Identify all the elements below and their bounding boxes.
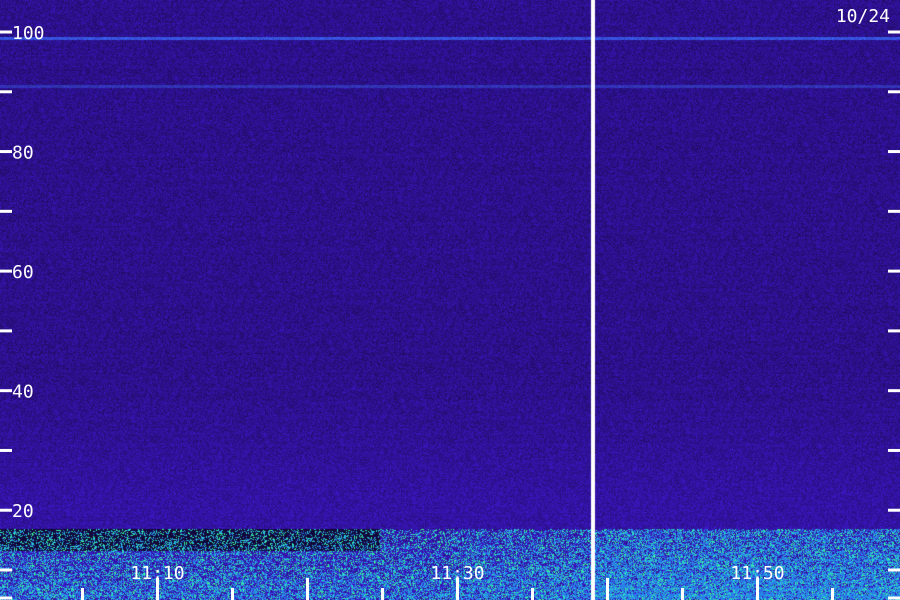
y-tick-label-100: 100 (12, 23, 45, 44)
x-tick-label-1150: 11:50 (730, 563, 784, 584)
spectrogram-axes: 100 80 60 40 20 11:10 11:30 11:50 10/24 (0, 6, 900, 600)
y-tick-label-60: 60 (12, 262, 34, 283)
date-label: 10/24 (836, 6, 890, 27)
x-tick-label-1130: 11:30 (430, 563, 484, 584)
y-tick-label-80: 80 (12, 143, 34, 164)
y-tick-label-40: 40 (12, 382, 34, 403)
y-tick-label-20: 20 (12, 501, 34, 522)
x-tick-label-1110: 11:10 (130, 563, 184, 584)
